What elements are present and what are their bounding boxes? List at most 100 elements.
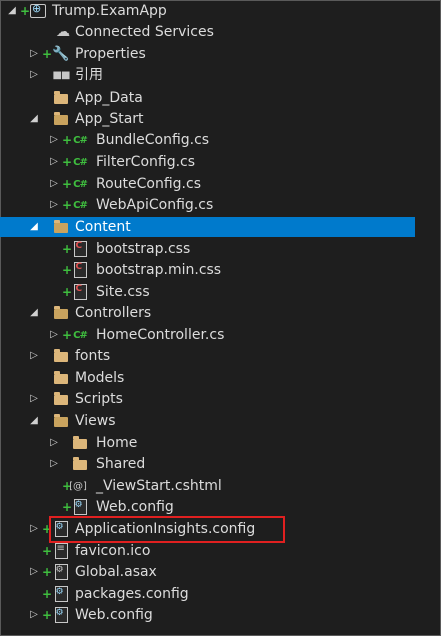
tree-item-filterconfig[interactable]: ▷ + C# FilterConfig.cs	[0, 152, 441, 172]
expand-arrow-icon[interactable]: ▷	[29, 350, 39, 362]
tree-item-label: 引用	[75, 67, 103, 83]
tree-item-label: BundleConfig.cs	[96, 132, 210, 148]
expand-arrow-icon[interactable]: ▷	[49, 178, 59, 190]
tree-item-routeconfig[interactable]: ▷ + C# RouteConfig.cs	[0, 174, 441, 194]
csharp-file-icon: C#	[73, 134, 88, 146]
css-file-icon	[71, 284, 89, 300]
csharp-file-icon: C#	[73, 156, 88, 168]
tree-item-views-home[interactable]: ▷ Home	[0, 433, 441, 453]
css-file-icon	[71, 262, 89, 278]
tree-item-site-css[interactable]: + Site.css	[0, 282, 441, 302]
tree-item-homecontroller[interactable]: ▷ + C# HomeController.cs	[0, 325, 441, 345]
tree-item-global-asax[interactable]: ▷ + Global.asax	[0, 562, 441, 582]
expand-arrow-icon[interactable]: ▷	[49, 156, 59, 168]
tree-item-views-web-config[interactable]: + Web.config	[0, 497, 441, 517]
tree-item-bootstrap-css[interactable]: + bootstrap.css	[0, 239, 441, 259]
tree-item-fonts[interactable]: ▷ fonts	[0, 346, 441, 366]
red-highlight-box	[49, 516, 285, 543]
added-marker-icon: +	[20, 4, 31, 18]
tree-item-favicon[interactable]: + favicon.ico	[0, 541, 441, 561]
csharp-file-icon: C#	[73, 178, 88, 190]
folder-open-icon	[52, 305, 70, 321]
tree-item-label: Web.config	[75, 607, 153, 623]
folder-icon	[52, 348, 70, 364]
collapse-arrow-icon[interactable]: ◢	[29, 307, 39, 319]
added-marker-icon: +	[62, 198, 73, 212]
tree-item-scripts[interactable]: ▷ Scripts	[0, 389, 441, 409]
tree-item-label: RouteConfig.cs	[96, 176, 201, 192]
expand-arrow-icon[interactable]: ▷	[29, 393, 39, 405]
tree-item-web-config[interactable]: ▷ + Web.config	[0, 605, 441, 625]
expand-arrow-icon[interactable]: ▷	[49, 199, 59, 211]
tree-item-bootstrap-min-css[interactable]: + bootstrap.min.css	[0, 260, 441, 280]
cloud-icon: ☁	[56, 24, 70, 40]
added-marker-icon: +	[42, 587, 53, 601]
image-file-icon	[52, 543, 70, 559]
tree-item-models[interactable]: Models	[0, 368, 441, 388]
tree-item-label: Models	[75, 370, 125, 386]
expand-arrow-icon[interactable]: ▷	[29, 566, 39, 578]
added-marker-icon: +	[62, 177, 73, 191]
tree-item-properties[interactable]: ▷ + 🔧 Properties	[0, 44, 441, 64]
asax-file-icon	[52, 564, 70, 580]
added-marker-icon: +	[62, 263, 73, 277]
tree-item-label: _ViewStart.cshtml	[96, 478, 222, 494]
expand-arrow-icon[interactable]: ▷	[49, 134, 59, 146]
tree-item-label: App_Data	[75, 90, 143, 106]
added-marker-icon: +	[42, 565, 53, 579]
tree-item-views-shared[interactable]: ▷ Shared	[0, 454, 441, 474]
tree-item-label: bootstrap.min.css	[96, 262, 222, 278]
web-project-icon	[29, 2, 47, 19]
added-marker-icon: +	[62, 285, 73, 299]
added-marker-icon: +	[62, 155, 73, 169]
tree-item-app-start[interactable]: ◢ App_Start	[0, 109, 441, 129]
tree-item-content[interactable]: ◢ Content	[0, 217, 415, 237]
added-marker-icon: +	[42, 544, 53, 558]
tree-item-label: Global.asax	[75, 564, 157, 580]
tree-item-label: WebApiConfig.cs	[96, 197, 214, 213]
tree-item-webapiconfig[interactable]: ▷ + C# WebApiConfig.cs	[0, 195, 441, 215]
folder-icon	[52, 90, 70, 106]
tree-item-connected-services[interactable]: ☁ Connected Services	[0, 22, 441, 42]
tree-item-references[interactable]: ▷ ■■ 引用	[0, 65, 441, 85]
expand-arrow-icon[interactable]: ▷	[29, 48, 39, 60]
tree-item-label: favicon.ico	[75, 543, 151, 559]
tree-item-label: Shared	[96, 456, 146, 472]
tree-item-bundleconfig[interactable]: ▷ + C# BundleConfig.cs	[0, 130, 441, 150]
collapse-arrow-icon[interactable]: ◢	[29, 113, 39, 125]
tree-item-label: Web.config	[96, 499, 174, 515]
collapse-arrow-icon[interactable]: ◢	[29, 415, 39, 427]
csharp-file-icon: C#	[73, 329, 88, 341]
expand-arrow-icon[interactable]: ▷	[29, 609, 39, 621]
tree-item-label: Scripts	[75, 391, 123, 407]
added-marker-icon: +	[62, 500, 73, 514]
config-file-icon	[71, 499, 89, 515]
folder-open-icon	[52, 413, 70, 429]
folder-open-icon	[52, 219, 70, 235]
tree-item-viewstart[interactable]: + [@] _ViewStart.cshtml	[0, 476, 441, 496]
tree-item-label: fonts	[75, 348, 111, 364]
expand-arrow-icon[interactable]: ▷	[29, 523, 39, 535]
tree-item-controllers[interactable]: ◢ Controllers	[0, 303, 441, 323]
added-marker-icon: +	[62, 328, 73, 342]
added-marker-icon: +	[42, 608, 53, 622]
collapse-arrow-icon[interactable]: ◢	[7, 5, 17, 17]
expand-arrow-icon[interactable]: ▷	[49, 458, 59, 470]
wrench-icon: 🔧	[52, 46, 70, 62]
razor-view-icon: [@]	[69, 480, 87, 492]
tree-item-project[interactable]: ◢ + Trump.ExamApp	[0, 1, 441, 21]
tree-item-app-data[interactable]: App_Data	[0, 88, 441, 108]
tree-item-label: Site.css	[96, 284, 150, 300]
expand-arrow-icon[interactable]: ▷	[29, 69, 39, 81]
config-file-icon	[52, 607, 70, 623]
tree-item-packages-config[interactable]: + packages.config	[0, 584, 441, 604]
folder-open-icon	[52, 111, 70, 127]
expand-arrow-icon[interactable]: ▷	[49, 329, 59, 341]
tree-item-views[interactable]: ◢ Views	[0, 411, 441, 431]
collapse-arrow-icon[interactable]: ◢	[29, 221, 39, 233]
added-marker-icon: +	[42, 47, 53, 61]
added-marker-icon: +	[62, 242, 73, 256]
config-file-icon	[52, 586, 70, 602]
tree-item-label: bootstrap.css	[96, 241, 191, 257]
expand-arrow-icon[interactable]: ▷	[49, 437, 59, 449]
